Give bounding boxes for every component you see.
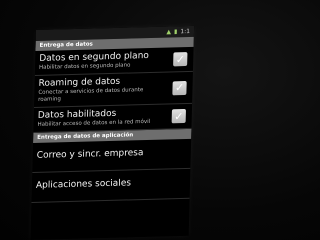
battery-icon: ▮ <box>173 27 178 35</box>
menu-item-social-apps[interactable]: Aplicaciones sociales <box>31 168 191 203</box>
checkmark-icon: ✓ <box>174 81 185 95</box>
checkmark-icon: ✓ <box>174 109 184 123</box>
status-time: 1:1 <box>180 27 191 36</box>
setting-summary: Conectar a servicios de datos durante ro… <box>38 87 144 103</box>
setting-data-roaming[interactable]: Roaming de datos Conectar a servicios de… <box>33 71 193 108</box>
data-enabled-checkbox[interactable]: ✓ <box>171 108 186 124</box>
signal-icon: ▲ <box>166 27 172 36</box>
menu-item-corporate-sync[interactable]: Correo y sincr. empresa <box>32 138 192 173</box>
data-roaming-checkbox[interactable]: ✓ <box>172 80 187 95</box>
checkmark-icon: ✓ <box>175 52 186 66</box>
phone-photo-backdrop: ▲ ▮ 1:1 Entrega de datos Datos en segund… <box>0 0 320 240</box>
setting-data-enabled[interactable]: Datos habilitados Habilitar acceso de da… <box>33 103 193 133</box>
background-data-checkbox[interactable]: ✓ <box>173 52 188 67</box>
device-screen: ▲ ▮ 1:1 Entrega de datos Datos en segund… <box>30 25 195 240</box>
